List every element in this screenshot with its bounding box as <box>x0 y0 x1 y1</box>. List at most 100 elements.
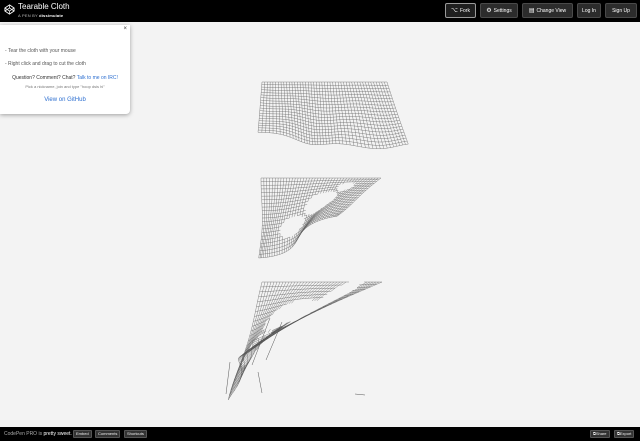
cloth-strand <box>343 85 345 89</box>
cloth-strand <box>364 110 366 115</box>
cloth-strand <box>321 188 323 192</box>
login-button[interactable]: Log In <box>577 3 601 18</box>
export-button[interactable]: ⧉Export <box>614 430 635 438</box>
cloth-strand <box>394 140 396 144</box>
cloth-strand <box>294 121 298 123</box>
cloth-strand <box>282 294 286 299</box>
cloth-strand <box>295 197 297 201</box>
cloth-strand <box>366 137 368 142</box>
cloth-strand <box>303 208 304 212</box>
cloth-strand <box>368 127 370 132</box>
cloth-strand <box>376 85 379 89</box>
cloth-strand <box>386 135 388 139</box>
cloth-strand <box>283 219 285 223</box>
cloth-strand <box>328 177 330 181</box>
cloth-strand <box>276 286 279 291</box>
cloth-strand <box>385 131 387 136</box>
cloth-strand <box>363 123 365 128</box>
cloth-strand <box>364 183 367 186</box>
cloth-strand <box>385 121 387 126</box>
github-link[interactable]: View on GitHub <box>0 97 130 103</box>
cloth-strand <box>394 121 396 125</box>
cloth-strand <box>310 180 312 185</box>
irc-link[interactable]: Talk to me on IRC! <box>77 75 118 81</box>
cloth-strand <box>364 190 367 193</box>
settings-button[interactable]: ⚙ Settings <box>480 3 518 18</box>
cloth-strand <box>307 112 311 113</box>
cloth-strand <box>393 136 397 138</box>
close-icon[interactable]: × <box>123 26 127 32</box>
cloth-strand <box>386 88 388 92</box>
cloth-strand <box>390 111 393 115</box>
cloth-strand <box>388 105 391 109</box>
comments-button[interactable]: Comments <box>95 430 121 438</box>
cloth-strand <box>255 320 258 326</box>
cloth-strand <box>385 141 387 146</box>
cloth-strand <box>297 214 301 216</box>
cloth-strand <box>290 210 294 212</box>
cloth-strand <box>267 295 270 301</box>
cloth-strand <box>369 121 371 125</box>
cloth-strand <box>295 285 299 290</box>
cloth-strand <box>377 114 379 119</box>
cloth-strand <box>354 193 357 196</box>
cloth-strand <box>298 127 301 130</box>
cloth-strand <box>244 358 248 363</box>
cloth-strand <box>367 281 374 285</box>
cloth-strand <box>363 120 365 124</box>
cloth-strand <box>352 85 354 89</box>
cloth-strand <box>384 108 386 112</box>
cloth-strand <box>386 98 389 102</box>
cloth-strand <box>255 315 257 321</box>
cloth-sheet-top[interactable] <box>257 81 409 149</box>
cloth-strand <box>381 128 383 133</box>
cloth-strand <box>369 88 372 92</box>
cloth-strand <box>282 238 285 240</box>
codepen-logo-icon[interactable] <box>4 4 15 15</box>
cloth-strand <box>277 216 279 221</box>
cloth-strand <box>396 136 400 137</box>
cloth-strand <box>266 304 269 310</box>
cloth-strand <box>391 140 395 142</box>
cloth-strand <box>357 142 358 147</box>
cloth-strand <box>289 191 291 196</box>
pro-promo[interactable]: CodePen PRO is pretty sweet. <box>4 431 72 437</box>
cloth-strand <box>286 281 290 287</box>
cloth-strand <box>258 310 261 316</box>
cloth-strand <box>357 94 359 98</box>
cloth-strand <box>305 195 307 200</box>
cloth-strand <box>392 98 394 102</box>
embed-button[interactable]: Embed <box>73 430 92 438</box>
cloth-strand <box>274 210 276 214</box>
cloth-strand <box>344 88 346 92</box>
cloth-strand <box>270 299 274 305</box>
cloth-sheet-bottom[interactable] <box>225 281 383 401</box>
cloth-strand <box>377 95 379 99</box>
cloth-strand <box>268 286 270 292</box>
share-button[interactable]: ⧉Share <box>590 430 610 438</box>
cloth-strand <box>290 198 292 202</box>
cloth-strand <box>400 139 402 143</box>
cloth-strand <box>398 141 402 143</box>
cloth-strand <box>289 211 291 215</box>
shortcuts-button[interactable]: Shortcuts <box>124 430 147 438</box>
cloth-strand <box>355 132 357 136</box>
cloth-strand <box>261 243 263 248</box>
cloth-strand <box>346 81 347 86</box>
cloth-strand <box>383 98 386 102</box>
cloth-strand <box>373 138 376 142</box>
author-link[interactable]: dissimulate <box>39 13 63 18</box>
change-view-button[interactable]: ▤ Change View <box>522 3 573 18</box>
cloth-strand <box>282 212 284 217</box>
signup-button[interactable]: Sign Up <box>605 3 637 18</box>
fork-button[interactable]: ⌥ Fork <box>445 3 476 18</box>
cloth-strand <box>373 121 375 125</box>
cloth-strand <box>307 189 309 194</box>
cloth-strand <box>225 361 231 395</box>
cloth-strand <box>390 91 392 96</box>
cloth-strand <box>292 126 296 128</box>
cloth-strand <box>351 97 353 101</box>
cloth-strand <box>358 190 361 193</box>
cloth-sheet-middle[interactable] <box>258 177 382 259</box>
cloth-strand <box>262 296 265 302</box>
